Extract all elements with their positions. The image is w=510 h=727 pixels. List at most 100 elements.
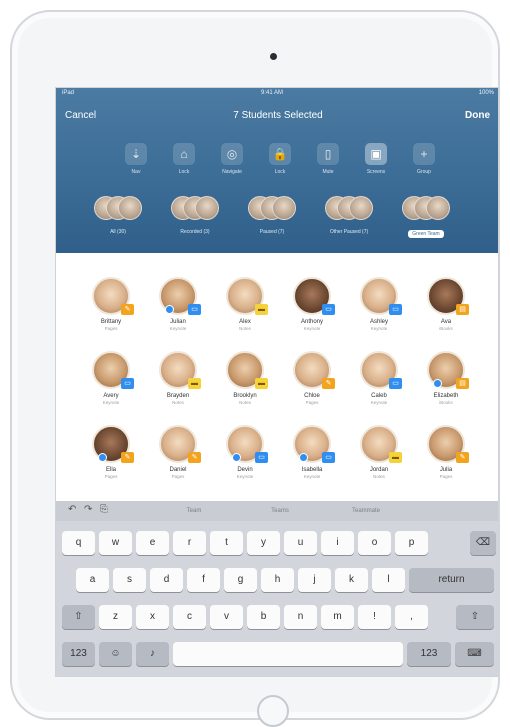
key-n[interactable]: n xyxy=(284,605,317,629)
undo-icon[interactable]: ↶ xyxy=(68,504,76,515)
key-j[interactable]: j xyxy=(298,568,331,592)
clock: 9:41 AM xyxy=(261,90,284,96)
shift-key[interactable]: ⇧ xyxy=(62,605,95,629)
student-name: Julian xyxy=(170,319,186,325)
action-mute-button[interactable]: ▯ Mute xyxy=(306,143,350,185)
action-group-button[interactable]: + Group xyxy=(402,143,446,185)
key-m[interactable]: m xyxy=(321,605,354,629)
group-item[interactable]: Green Team xyxy=(388,196,464,244)
dictation-key[interactable]: ♪ xyxy=(136,642,169,666)
student-tile[interactable]: ✎ Daniel Pages xyxy=(148,425,208,495)
student-tile[interactable]: ▭ Ashley Keynote xyxy=(349,277,409,347)
key-h[interactable]: h xyxy=(261,568,294,592)
key-g[interactable]: g xyxy=(224,568,257,592)
app-badge-icon: ▬ xyxy=(389,452,402,463)
key-s[interactable]: s xyxy=(113,568,146,592)
key-x[interactable]: x xyxy=(136,605,169,629)
key-q[interactable]: q xyxy=(62,531,95,555)
app-badge-icon: ▭ xyxy=(188,304,201,315)
student-app: Notes xyxy=(239,326,251,331)
key-d[interactable]: d xyxy=(150,568,183,592)
shift-key-right[interactable]: ⇧ xyxy=(456,605,494,629)
screens-icon: ▣ xyxy=(365,143,387,165)
student-name: Anthony xyxy=(300,319,324,325)
group-item[interactable]: Recorded (3) xyxy=(157,196,233,244)
key-a[interactable]: a xyxy=(76,568,109,592)
avatar: ✎ xyxy=(92,425,134,463)
key-w[interactable]: w xyxy=(99,531,132,555)
key-i[interactable]: i xyxy=(321,531,354,555)
key-v[interactable]: v xyxy=(210,605,243,629)
suggestion-3[interactable]: Teammate xyxy=(323,503,409,519)
student-tile[interactable]: ▭ Caleb Keynote xyxy=(349,351,409,421)
student-tile[interactable]: ▬ Jordan Notes xyxy=(349,425,409,495)
action-label: Nav xyxy=(131,169,141,175)
group-item[interactable]: Other Paused (7) xyxy=(311,196,387,244)
key-z[interactable]: z xyxy=(99,605,132,629)
avatar: ✎ xyxy=(427,425,469,463)
key-![interactable]: ! xyxy=(358,605,391,629)
student-tile[interactable]: ✎ Brittany Pages xyxy=(81,277,141,347)
group-label: Recorded (3) xyxy=(180,229,210,235)
group-item[interactable]: All (30) xyxy=(80,196,156,244)
space-key[interactable] xyxy=(173,642,403,666)
key-k[interactable]: k xyxy=(335,568,368,592)
student-app: Pages xyxy=(104,326,118,331)
key-l[interactable]: l xyxy=(372,568,405,592)
return-key[interactable]: return xyxy=(409,568,494,592)
student-tile[interactable]: ▭ Isabella Keynote xyxy=(282,425,342,495)
student-tile[interactable]: ✎ Julia Pages xyxy=(416,425,476,495)
action-lock-button[interactable]: 🔒 Lock xyxy=(258,143,302,185)
key-y[interactable]: y xyxy=(247,531,280,555)
action-screens-button[interactable]: ▣ Screens xyxy=(354,143,398,185)
student-app: Notes xyxy=(172,400,184,405)
student-tile[interactable]: ▤ Elizabeth iBooks xyxy=(416,351,476,421)
student-tile[interactable]: ▬ Brayden Notes xyxy=(148,351,208,421)
avatar: ▭ xyxy=(159,277,201,315)
header: iPad 9:41 AM 100% Cancel 7 Students Sele… xyxy=(56,88,498,253)
done-button[interactable]: Done xyxy=(465,110,490,121)
key-e[interactable]: e xyxy=(136,531,169,555)
dismiss-keyboard-key[interactable]: ⌨ xyxy=(455,642,494,666)
avatar: ▭ xyxy=(293,277,335,315)
action-label: Lock xyxy=(274,169,286,175)
key-o[interactable]: o xyxy=(358,531,391,555)
key-t[interactable]: t xyxy=(210,531,243,555)
student-tile[interactable]: ▤ Ava iBooks xyxy=(416,277,476,347)
student-name: Ava xyxy=(440,319,452,325)
student-tile[interactable]: ▭ Avery Keynote xyxy=(81,351,141,421)
key-b[interactable]: b xyxy=(247,605,280,629)
key-r[interactable]: r xyxy=(173,531,206,555)
numbers-key[interactable]: 123 xyxy=(62,642,95,666)
key-f[interactable]: f xyxy=(187,568,220,592)
group-item[interactable]: Paused (7) xyxy=(234,196,310,244)
lock-icon: 🔒 xyxy=(269,143,291,165)
key-p[interactable]: p xyxy=(395,531,428,555)
delete-key[interactable]: ⌫ xyxy=(470,531,496,555)
camera xyxy=(270,53,277,60)
status-bar: iPad 9:41 AM 100% xyxy=(56,88,498,100)
student-tile[interactable]: ▭ Julian Keynote xyxy=(148,277,208,347)
key-c[interactable]: c xyxy=(173,605,206,629)
suggestion-2[interactable]: Teams xyxy=(237,503,323,519)
emoji-key[interactable]: ☺ xyxy=(99,642,132,666)
action-label: Mute xyxy=(322,169,334,175)
student-tile[interactable]: ▭ Devin Keynote xyxy=(215,425,275,495)
key-u[interactable]: u xyxy=(284,531,317,555)
action-nav-button[interactable]: ⇣ Nav xyxy=(114,143,158,185)
student-tile[interactable]: ▭ Anthony Keynote xyxy=(282,277,342,347)
student-tile[interactable]: ▬ Alex Notes xyxy=(215,277,275,347)
student-tile[interactable]: ✎ Chloe Pages xyxy=(282,351,342,421)
redo-icon[interactable]: ↷ xyxy=(84,504,92,515)
suggestion-1[interactable]: Team xyxy=(151,503,237,519)
student-name: Elizabeth xyxy=(433,393,459,399)
student-tile[interactable]: ▬ Brooklyn Notes xyxy=(215,351,275,421)
numbers-key-right[interactable]: 123 xyxy=(407,642,451,666)
paste-icon[interactable]: ⎘ xyxy=(100,504,108,515)
page-title: 7 Students Selected xyxy=(233,110,323,121)
key-,[interactable]: , xyxy=(395,605,428,629)
action-lock-button[interactable]: ⌂ Lock xyxy=(162,143,206,185)
home-button[interactable] xyxy=(257,695,289,727)
student-tile[interactable]: ✎ Ella Pages xyxy=(81,425,141,495)
action-navigate-button[interactable]: ◎ Navigate xyxy=(210,143,254,185)
